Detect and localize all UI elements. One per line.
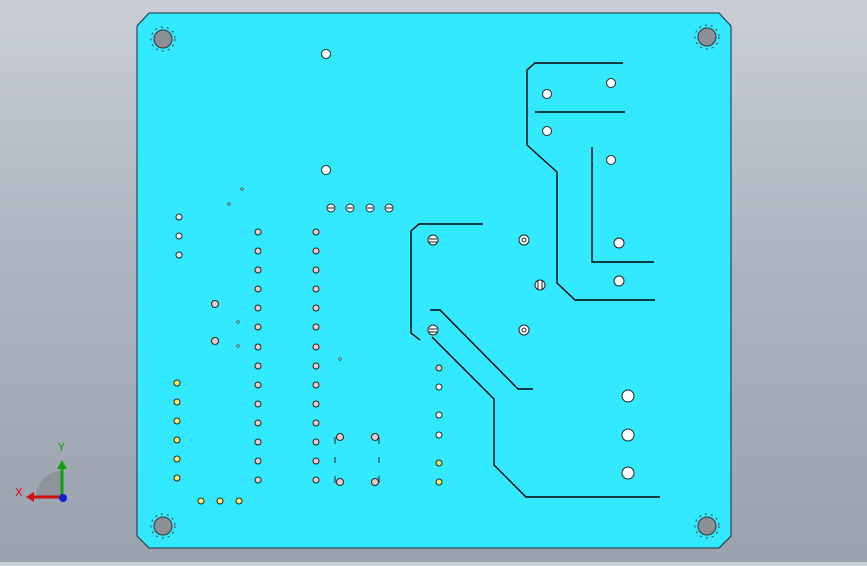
pcb-model-view[interactable] bbox=[0, 0, 867, 562]
triad-plane bbox=[36, 471, 62, 497]
triad-y-label: Y bbox=[58, 441, 65, 454]
orientation-triad[interactable] bbox=[26, 460, 67, 502]
pcb-board[interactable] bbox=[136, 12, 732, 549]
triad-x-label: X bbox=[15, 486, 23, 499]
triad-y-arrow bbox=[57, 460, 67, 469]
triad-z-axis bbox=[59, 494, 67, 502]
triad-x-arrow bbox=[26, 492, 34, 502]
3d-viewport[interactable]: X Y bbox=[0, 0, 867, 562]
